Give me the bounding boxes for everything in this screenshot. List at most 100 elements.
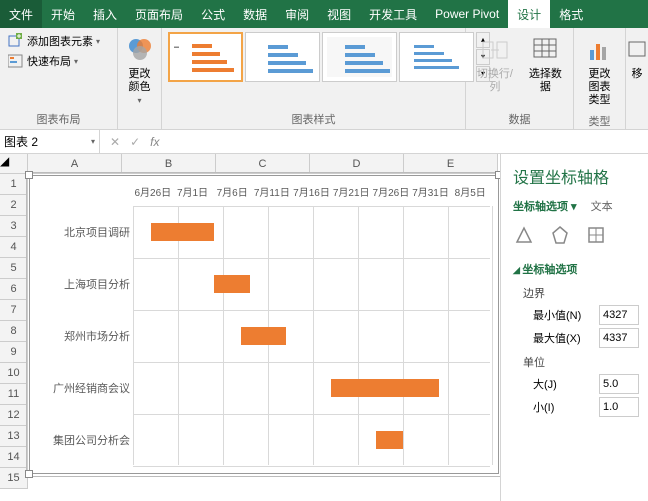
quick-layout-label: 快速布局	[27, 53, 71, 69]
chart-plot-area[interactable]: 6月26日 7月1日 7月6日 7月11日 7月16日 7月21日 7月26日 …	[38, 184, 490, 465]
ribbon-tabs: 文件 开始 插入 页面布局 公式 数据 审阅 视图 开发工具 Power Piv…	[0, 0, 648, 28]
tab-data[interactable]: 数据	[234, 0, 276, 28]
row-header[interactable]: 7	[0, 300, 28, 321]
axis-max-input[interactable]	[599, 328, 639, 348]
row-header[interactable]: 5	[0, 258, 28, 279]
add-element-icon	[8, 33, 24, 49]
formula-bar-row: ▾ ✕ ✓ fx	[0, 130, 648, 154]
row-header[interactable]: 9	[0, 342, 28, 363]
format-axis-pane: 设置坐标轴格 坐标轴选项 ▾ 文本 坐标轴选项 边界 最小值(N) 最大值(X)…	[500, 154, 648, 501]
row-header[interactable]: 4	[0, 237, 28, 258]
x-axis[interactable]: 6月26日 7月1日 7月6日 7月11日 7月16日 7月21日 7月26日 …	[38, 184, 490, 202]
row-header[interactable]: 15	[0, 468, 28, 489]
pane-tab-axis-options[interactable]: 坐标轴选项 ▾	[513, 198, 577, 214]
plot-body: 北京项目调研 上海项目分析 郑州市场分析 广州经销商会议 集团公司分析会	[38, 206, 490, 465]
change-type-label: 更改图表类型	[584, 68, 616, 108]
add-element-label: 添加图表元素	[27, 33, 93, 49]
tab-insert[interactable]: 插入	[84, 0, 126, 28]
row-header[interactable]: 1	[0, 174, 28, 195]
row-header[interactable]: 6	[0, 279, 28, 300]
col-header-e[interactable]: E	[404, 154, 498, 173]
gantt-bar[interactable]	[151, 223, 214, 241]
min-label: 最小值(N)	[533, 307, 593, 323]
name-box[interactable]: ▾	[0, 130, 100, 153]
y-category: 郑州市场分析	[38, 328, 130, 344]
quick-layout-icon	[8, 53, 24, 69]
gantt-bar[interactable]	[331, 379, 439, 397]
tab-review[interactable]: 审阅	[276, 0, 318, 28]
select-all-corner[interactable]: ◢	[0, 154, 28, 173]
chevron-down-icon: ▾	[137, 96, 141, 106]
effects-icon[interactable]	[549, 224, 571, 249]
pane-tab-text-options[interactable]: 文本	[591, 198, 613, 214]
units-label: 单位	[523, 354, 648, 370]
row-header[interactable]: 14	[0, 447, 28, 468]
row-header[interactable]: 8	[0, 321, 28, 342]
axis-minor-input[interactable]	[599, 397, 639, 417]
tab-home[interactable]: 开始	[42, 0, 84, 28]
colors-icon	[124, 34, 156, 66]
col-header-a[interactable]: A	[28, 154, 122, 173]
tab-developer[interactable]: 开发工具	[360, 0, 426, 28]
row-header[interactable]: 11	[0, 384, 28, 405]
tab-view[interactable]: 视图	[318, 0, 360, 28]
size-properties-icon[interactable]	[585, 224, 607, 249]
tab-file[interactable]: 文件	[0, 0, 42, 28]
row-header[interactable]: 12	[0, 405, 28, 426]
select-data-button[interactable]: 选择数据	[524, 32, 567, 96]
change-colors-button[interactable]: 更改颜色 ▾	[120, 32, 160, 108]
row-header[interactable]: 2	[0, 195, 28, 216]
move-chart-icon	[621, 34, 648, 66]
max-label: 最大值(X)	[533, 330, 593, 346]
fx-icon[interactable]: fx	[150, 135, 159, 149]
group-label-colors	[124, 112, 155, 129]
gantt-bar[interactable]	[241, 327, 286, 345]
tab-power-pivot[interactable]: Power Pivot	[426, 0, 508, 28]
col-header-b[interactable]: B	[122, 154, 216, 173]
add-chart-element-button[interactable]: 添加图表元素 ▾	[6, 32, 102, 50]
change-type-icon	[584, 34, 616, 66]
chart-object[interactable]: 6月26日 7月1日 7月6日 7月11日 7月16日 7月21日 7月26日 …	[29, 175, 499, 474]
col-header-c[interactable]: C	[216, 154, 310, 173]
y-category: 广州经销商会议	[38, 380, 130, 396]
change-colors-label: 更改颜色	[124, 68, 156, 94]
y-category: 集团公司分析会	[38, 432, 130, 448]
section-axis-options[interactable]: 坐标轴选项	[513, 261, 648, 277]
chart-style-4[interactable]	[399, 32, 474, 82]
ribbon: 添加图表元素 ▾ 快速布局 ▾ 图表布局 更改颜色 ▾	[0, 28, 648, 130]
change-chart-type-button[interactable]: 更改图表类型	[580, 32, 620, 110]
group-label-data: 数据	[472, 108, 567, 129]
row-header[interactable]: 13	[0, 426, 28, 447]
tab-design[interactable]: 设计	[508, 0, 550, 28]
name-box-input[interactable]	[4, 135, 74, 149]
select-data-label: 选择数据	[528, 68, 563, 94]
formula-input[interactable]	[169, 130, 648, 153]
pane-title: 设置坐标轴格	[513, 164, 648, 188]
tab-format[interactable]: 格式	[550, 0, 592, 28]
enter-formula-icon[interactable]: ✓	[130, 135, 140, 149]
group-label-styles: 图表样式	[168, 108, 459, 129]
chart-style-3[interactable]	[322, 32, 397, 82]
y-category: 上海项目分析	[38, 276, 130, 292]
cancel-formula-icon[interactable]: ✕	[110, 135, 120, 149]
chart-style-2[interactable]	[245, 32, 320, 82]
row-header[interactable]: 10	[0, 363, 28, 384]
row-header[interactable]: 3	[0, 216, 28, 237]
chevron-down-icon: ▾	[96, 37, 100, 46]
move-label: 移	[632, 68, 643, 81]
axis-min-input[interactable]	[599, 305, 639, 325]
minor-label: 小(I)	[533, 399, 593, 415]
gantt-bar[interactable]	[214, 275, 250, 293]
fill-line-icon[interactable]	[513, 224, 535, 249]
switch-row-column-button: 切换行/列	[472, 32, 518, 96]
chevron-down-icon[interactable]: ▾	[91, 137, 95, 146]
tab-page-layout[interactable]: 页面布局	[126, 0, 192, 28]
bounds-label: 边界	[523, 285, 648, 301]
chart-style-1[interactable]: ▬	[168, 32, 243, 82]
col-header-d[interactable]: D	[310, 154, 404, 173]
tab-formulas[interactable]: 公式	[192, 0, 234, 28]
gantt-bar[interactable]	[376, 431, 403, 449]
axis-major-input[interactable]	[599, 374, 639, 394]
quick-layout-button[interactable]: 快速布局 ▾	[6, 52, 80, 70]
move-chart-button[interactable]: 移	[617, 32, 648, 83]
